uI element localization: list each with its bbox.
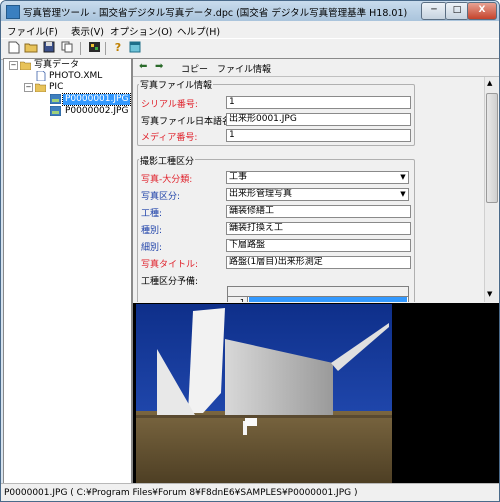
tree-item-photo-xml[interactable]: PHOTO.XML [49,71,102,82]
jp-name-label: 写真ファイル日本語名: [141,117,235,127]
kind-field[interactable]: 舗装打換え工 [226,222,411,235]
new-file-icon[interactable] [7,41,21,55]
nav-bar: ⬅ ➡ コピー ファイル情報 [133,59,499,77]
toolbar: ? [1,38,499,60]
status-bar: P0000001.JPG ( C:¥Program Files¥Forum 8¥… [1,483,499,501]
window-title: 写真管理ツール - 国交省デジタル写真データ.dpc (国交省 デジタル写真管理… [23,8,408,19]
copy-icon[interactable] [60,41,74,55]
media-label: メディア番号: [141,133,198,143]
tree-item-pic[interactable]: PIC [49,82,63,93]
tree-item-file-1[interactable]: P0000001.JPG [61,93,132,106]
grid-header [228,287,408,297]
property-form: 写真ファイル情報 シリアル番号: 1 写真ファイル日本語名: 出来形0001.J… [133,77,484,302]
file-info-group-label: 写真ファイル情報 [139,78,214,91]
open-folder-icon[interactable] [24,41,38,55]
file-tree: − 写真データ PHOTO.XML − PIC P0000001.JPG P00… [3,58,132,485]
run-icon[interactable] [87,41,101,55]
major-category-value: 工事 [229,172,248,182]
menu-file[interactable]: ファイル(F) [7,24,58,38]
copy-tab[interactable]: コピー [181,62,208,75]
reserve-label: 工種区分予備: [141,277,199,287]
major-category-label: 写真-大分類: [141,175,193,185]
jp-name-field[interactable]: 出来形0001.JPG [226,113,411,126]
folder-icon [35,83,46,92]
major-category-select[interactable]: 工事 ▼ [226,171,409,184]
maximize-button[interactable]: □ [445,2,469,20]
shoot-group-label: 撮影工種区分 [139,154,196,167]
minimize-button[interactable]: ─ [421,2,447,20]
xml-file-icon [36,71,46,81]
tree-root[interactable]: 写真データ [34,60,79,71]
photo-title-field[interactable]: 路盤(1層目)出来形測定 [226,256,411,269]
forward-arrow-icon[interactable]: ➡ [155,61,163,72]
menu-view[interactable]: 表示(V) [71,24,104,38]
grid-row-number: 1 [228,297,248,302]
kind-label: 種別: [141,226,163,236]
media-field[interactable]: 1 [226,129,411,142]
help-icon[interactable]: ? [111,41,125,55]
chevron-down-icon[interactable]: ▼ [398,189,408,200]
back-arrow-icon[interactable]: ⬅ [139,61,147,72]
scroll-down-icon[interactable]: ▼ [487,290,492,298]
file-info-tab[interactable]: ファイル情報 [217,62,271,75]
menu-options[interactable]: オプション(O) [110,24,172,38]
work-type-label: 工種: [141,209,163,219]
collapse-toggle[interactable]: − [9,61,18,70]
collapse-toggle[interactable]: − [24,83,33,92]
photo-image [136,304,392,483]
grid-cell-selected[interactable] [249,297,407,302]
detail-pane: ⬅ ➡ コピー ファイル情報 写真ファイル情報 シリアル番号: 1 写真ファイル… [132,58,499,485]
close-button[interactable]: X [467,2,497,20]
menu-bar: ファイル(F) 表示(V) オプション(O) ヘルプ(H) [1,21,499,38]
detail-label: 細別: [141,243,163,253]
work-type-field[interactable]: 舗装修繕工 [226,205,411,218]
serial-field[interactable]: 1 [226,96,411,109]
status-text: P0000001.JPG ( C:¥Program Files¥Forum 8¥… [4,488,358,498]
save-icon[interactable] [42,41,56,55]
scroll-up-icon[interactable]: ▲ [487,79,492,87]
scroll-thumb[interactable] [486,93,498,203]
serial-label: シリアル番号: [141,100,198,110]
toolbar-separator [80,42,81,55]
menu-help[interactable]: ヘルプ(H) [177,24,220,38]
window-icon[interactable] [128,41,142,55]
photo-category-value: 出来形管理写真 [229,189,293,199]
detail-field[interactable]: 下層路盤 [226,239,411,252]
app-icon [6,5,20,19]
reserve-grid[interactable]: 1 [227,286,409,302]
chevron-down-icon[interactable]: ▼ [398,172,408,183]
photo-category-label: 写真区分: [141,192,181,202]
image-file-icon [50,94,61,104]
photo-title-label: 写真タイトル: [141,260,199,270]
tree-item-file-2[interactable]: P0000002.JPG [65,106,128,117]
app-window: 写真管理ツール - 国交省デジタル写真データ.dpc (国交省 デジタル写真管理… [0,0,500,502]
title-bar: 写真管理ツール - 国交省デジタル写真データ.dpc (国交省 デジタル写真管理… [1,1,499,21]
photo-category-select[interactable]: 出来形管理写真 ▼ [226,188,409,201]
toolbar-separator [105,42,106,55]
photo-preview [133,303,499,484]
form-scrollbar[interactable]: ▲ ▼ [484,77,498,302]
folder-icon [20,61,31,70]
image-file-icon [50,106,61,116]
